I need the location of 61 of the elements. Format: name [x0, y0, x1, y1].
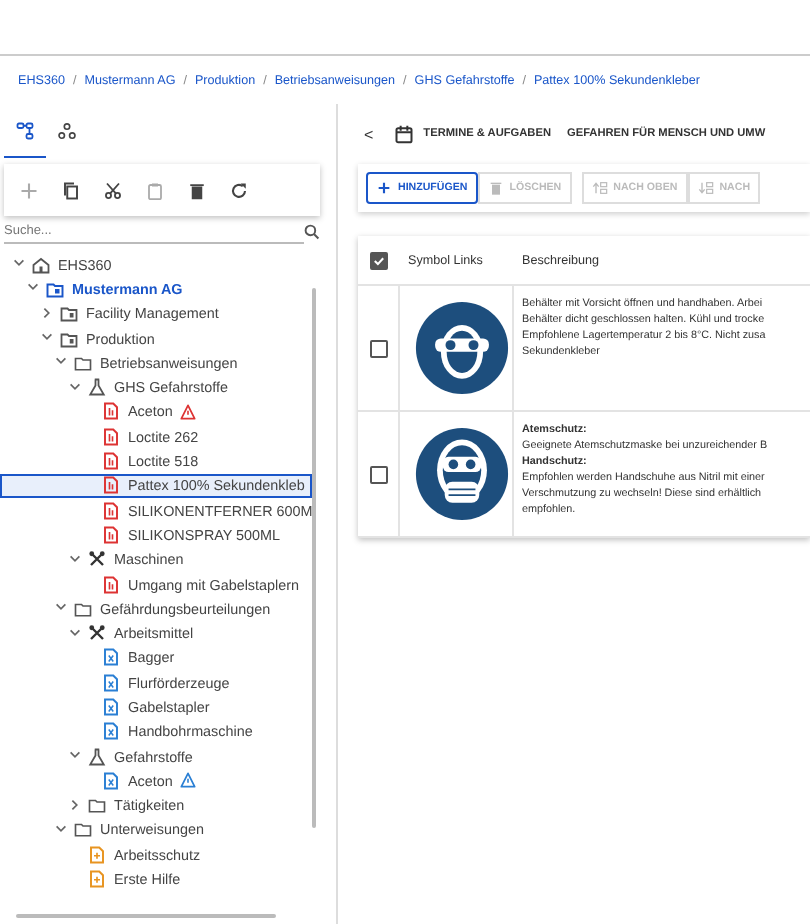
document-icon: [102, 648, 120, 667]
chevron-down-icon[interactable]: [11, 256, 25, 271]
folder-icon: [74, 599, 92, 618]
document-icon: [102, 402, 120, 421]
folder-icon: [46, 279, 64, 298]
flask-icon: [88, 378, 106, 397]
chevron-down-icon[interactable]: [67, 379, 81, 394]
document-icon: [102, 722, 120, 741]
chevron-down-icon[interactable]: [53, 600, 67, 615]
flask-icon: [88, 747, 106, 766]
respirator-sign-icon: [413, 426, 509, 522]
document-icon: [102, 697, 120, 716]
folder-icon: [60, 329, 78, 348]
clipboard-icon: [146, 181, 164, 199]
search-icon: [304, 224, 320, 240]
scissors-button[interactable]: [100, 177, 126, 203]
chevron-right-icon[interactable]: [67, 797, 81, 812]
document-icon: [102, 476, 120, 495]
eye-protection-sign-icon: [413, 300, 509, 396]
chevron-right-icon[interactable]: [39, 305, 53, 320]
tools-icon: [88, 624, 106, 643]
document-icon: [102, 501, 120, 520]
house-icon: [32, 255, 50, 274]
document-icon: [88, 845, 106, 864]
folder-icon: [74, 353, 92, 372]
checkmark-icon: [371, 253, 385, 267]
plus-icon: [376, 180, 392, 196]
chevron-down-icon[interactable]: [67, 625, 81, 640]
chevron-down-icon[interactable]: [53, 821, 67, 836]
trash-icon: [487, 180, 504, 196]
trash-icon: [188, 181, 206, 199]
copy-button[interactable]: [58, 177, 84, 203]
chevron-down-icon[interactable]: [53, 354, 67, 369]
document-icon: [102, 673, 120, 692]
document-icon: [102, 525, 120, 544]
move-up-icon: [591, 180, 608, 196]
nodes-icon: [58, 121, 76, 139]
tools-icon: [88, 550, 106, 569]
chevron-down-icon[interactable]: [67, 551, 81, 566]
document-icon: [102, 771, 120, 790]
copy-icon: [62, 181, 80, 199]
back-button[interactable]: <: [358, 125, 380, 143]
calendar-icon: [393, 124, 414, 144]
checkbox[interactable]: [369, 339, 387, 357]
scrollbar[interactable]: [311, 288, 316, 828]
chevron-down-icon[interactable]: [25, 280, 39, 295]
chevron-down-icon[interactable]: [39, 330, 53, 345]
checkbox[interactable]: [369, 465, 387, 483]
document-icon: [102, 452, 120, 471]
chevron-down-icon[interactable]: [67, 748, 81, 763]
folder-icon: [60, 304, 78, 323]
document-icon: [102, 575, 120, 593]
checkbox[interactable]: [369, 251, 387, 269]
move-down-icon: [697, 180, 714, 196]
scrollbar[interactable]: [16, 913, 276, 918]
scissors-icon: [104, 181, 122, 199]
document-icon: [88, 870, 106, 889]
plus-icon: [20, 181, 38, 199]
tree-icon: [16, 121, 34, 139]
refresh-icon: [230, 181, 248, 199]
document-icon: [102, 427, 120, 446]
